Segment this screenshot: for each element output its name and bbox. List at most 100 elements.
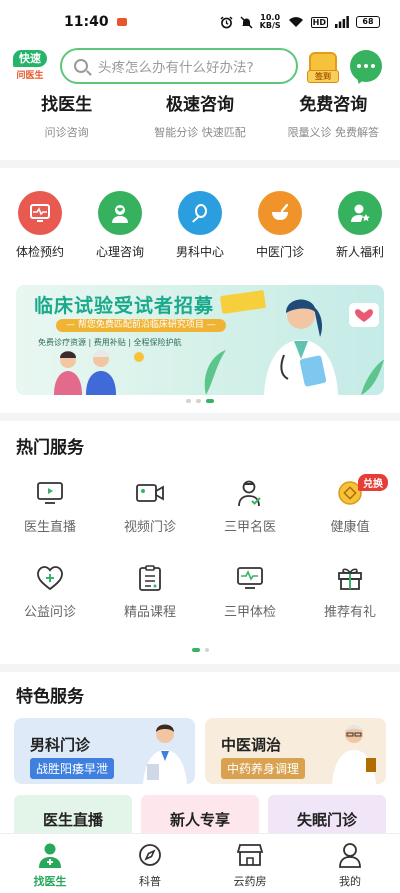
consult-title: 找医生 — [41, 95, 93, 115]
app-screen: 11:40 10.0 KB/S HD 68 快速 问医生 头疼怎么办有什么好办法?… — [0, 0, 400, 893]
service-top-checkup[interactable]: 三甲体检 — [200, 563, 300, 620]
wifi-icon — [288, 17, 303, 27]
category-andrology[interactable]: 男科中心 — [160, 191, 240, 260]
feature-newcomer-card[interactable]: 新人专享 — [141, 795, 259, 835]
service-premium-course[interactable]: 精品课程 — [100, 563, 200, 620]
service-label: 推荐有礼 — [323, 605, 376, 620]
nav-label: 找医生 — [33, 875, 67, 888]
doctor-illustration — [143, 724, 187, 784]
clinical-trial-banner[interactable]: 临床试验受试者招募 — 帮您免费匹配前沿临床研究项目 — 免费诊疗资源 | 费用… — [16, 285, 384, 395]
app-logo: 快速 问医生 — [10, 48, 50, 84]
consult-title: 极速咨询 — [165, 95, 234, 115]
consult-express[interactable]: 极速咨询 智能分诊 快速匹配 — [133, 88, 266, 150]
nav-label: 我的 — [339, 875, 361, 888]
person-star-icon — [338, 191, 382, 235]
header: 快速 问医生 头疼怎么办有什么好办法? 签到 — [0, 44, 400, 88]
consult-sub: 智能分诊 快速匹配 — [154, 126, 246, 139]
message-button[interactable] — [350, 50, 382, 82]
service-label: 三甲名医 — [223, 520, 276, 535]
nav-science[interactable]: 科普 — [100, 834, 200, 893]
network-speed: 10.0 KB/S — [259, 13, 281, 30]
divider — [0, 413, 400, 421]
feature-doctor-live-card[interactable]: 医生直播 — [14, 795, 132, 835]
heart-plus-icon — [35, 563, 65, 593]
status-indicators: 10.0 KB/S HD 68 — [220, 14, 380, 30]
consult-free[interactable]: 免费咨询 限量义诊 免费解答 — [267, 88, 400, 150]
service-label: 视频门诊 — [123, 520, 176, 535]
feature-sub: 战胜阳痿早泄 — [30, 758, 115, 779]
live-tv-icon — [35, 478, 65, 508]
service-label: 健康值 — [330, 520, 370, 535]
feature-services-title: 特色服务 — [16, 687, 84, 707]
category-label: 中医门诊 — [255, 245, 304, 259]
service-doctor-live[interactable]: 医生直播 — [0, 478, 100, 535]
mute-icon — [240, 15, 253, 29]
nav-label: 云药房 — [233, 875, 267, 888]
consult-sub: 限量义诊 免费解答 — [287, 126, 380, 139]
category-psychology[interactable]: 心理咨询 — [80, 191, 160, 260]
consult-title: 免费咨询 — [299, 95, 368, 115]
doctor-icon — [235, 478, 265, 508]
bottom-nav: 找医生 科普 云药房 我的 — [0, 833, 400, 893]
service-label: 公益问诊 — [23, 605, 76, 620]
category-tcm[interactable]: 中医门诊 — [240, 191, 320, 260]
male-organ-icon — [178, 191, 222, 235]
feature-andrology-card[interactable]: 男科门诊 战胜阳痿早泄 — [14, 718, 195, 784]
category-label: 心理咨询 — [95, 245, 144, 259]
service-video-clinic[interactable]: 视频门诊 — [100, 478, 200, 535]
feature-sub: 中药养身调理 — [221, 758, 306, 779]
banner-pagination — [0, 399, 400, 403]
tcm-doctor-illustration — [332, 725, 376, 784]
divider — [0, 664, 400, 672]
hot-services-grid: 医生直播 视频门诊 三甲名医 兑换 健康值 公益问诊 精品课程 三甲体检 推荐有… — [0, 474, 400, 620]
logo-line2: 问医生 — [11, 68, 49, 82]
feature-title: 中医调治 — [221, 736, 282, 754]
clipboard-icon — [135, 563, 165, 593]
store-icon — [237, 842, 263, 868]
hd-badge: HD — [310, 16, 328, 28]
feature-title: 男科门诊 — [30, 736, 91, 754]
category-newcomer[interactable]: 新人福利 — [320, 191, 400, 260]
search-bar[interactable]: 头疼怎么办有什么好办法? — [60, 48, 298, 84]
head-heart-icon — [98, 191, 142, 235]
service-label: 三甲体检 — [223, 605, 276, 620]
mortar-icon — [258, 191, 302, 235]
nav-label: 科普 — [139, 875, 161, 888]
service-label: 精品课程 — [123, 605, 176, 620]
service-charity-consult[interactable]: 公益问诊 — [0, 563, 100, 620]
user-icon — [337, 842, 363, 868]
category-label: 新人福利 — [335, 245, 384, 259]
category-label: 男科中心 — [175, 245, 224, 259]
notification-app-icon — [116, 18, 127, 26]
feature-tcm-card[interactable]: 中医调治 中药养身调理 — [205, 718, 386, 784]
service-top-doctor[interactable]: 三甲名医 — [200, 478, 300, 535]
compass-icon — [137, 842, 163, 868]
search-icon — [74, 59, 88, 73]
alarm-icon — [220, 15, 233, 28]
hot-services-title: 热门服务 — [16, 438, 84, 458]
category-row: 体检预约 心理咨询 男科中心 中医门诊 新人福利 — [0, 191, 400, 260]
gift-icon — [335, 563, 365, 593]
signin-label: 签到 — [307, 70, 339, 83]
nav-find-doctor[interactable]: 找医生 — [0, 834, 100, 893]
status-time: 11:40 — [64, 14, 109, 30]
search-placeholder: 头疼怎么办有什么好办法? — [98, 60, 254, 76]
consult-find-doctor[interactable]: 找医生 问诊咨询 — [0, 88, 133, 150]
signin-button[interactable]: 签到 — [307, 49, 339, 83]
service-referral-gift[interactable]: 推荐有礼 — [300, 563, 400, 620]
nav-mine[interactable]: 我的 — [300, 834, 400, 893]
nav-pharmacy[interactable]: 云药房 — [200, 834, 300, 893]
monitor-pulse-icon — [18, 191, 62, 235]
feature-insomnia-card[interactable]: 失眠门诊 — [268, 795, 386, 835]
service-health-points[interactable]: 兑换 健康值 — [300, 474, 400, 535]
battery-icon: 68 — [356, 16, 380, 28]
status-bar: 11:40 10.0 KB/S HD 68 — [0, 0, 400, 44]
category-label: 体检预约 — [15, 245, 64, 259]
exchange-badge: 兑换 — [358, 474, 388, 491]
monitor-pulse-icon — [235, 563, 265, 593]
signal-icon — [335, 16, 349, 28]
banner-illustration — [54, 299, 384, 395]
category-checkup[interactable]: 体检预约 — [0, 191, 80, 260]
video-camera-icon — [135, 478, 165, 508]
service-label: 医生直播 — [23, 520, 76, 535]
